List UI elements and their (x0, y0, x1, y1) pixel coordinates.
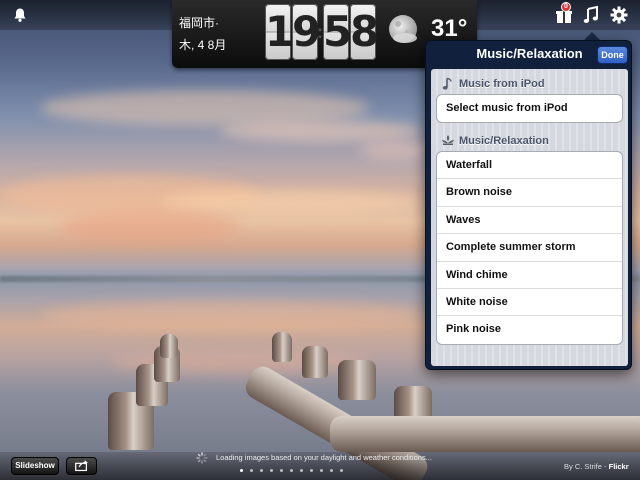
share-icon (75, 460, 88, 472)
page-dot[interactable] (280, 469, 283, 472)
clock-digit-hour-tens: 1 (265, 4, 294, 60)
clock-digit-minute-tens: 5 (323, 4, 352, 60)
list-item-white-noise[interactable]: White noise (437, 289, 622, 317)
list-item-waterfall[interactable]: Waterfall (437, 152, 622, 180)
done-button[interactable]: Done (597, 46, 628, 64)
section-header-ipod: Music from iPod (459, 78, 545, 90)
page-dot[interactable] (330, 469, 333, 472)
page-dot[interactable] (340, 469, 343, 472)
gear-icon[interactable] (609, 5, 629, 25)
page-dot[interactable] (320, 469, 323, 472)
list-item-pink-noise[interactable]: Pink noise (437, 316, 622, 343)
notification-badge: 0 (561, 2, 571, 12)
bell-icon[interactable] (12, 7, 28, 23)
credit-author: By C. Strife - (564, 462, 607, 471)
relaxation-group: Waterfall Brown noise Waves Complete sum… (436, 151, 623, 345)
slideshow-button[interactable]: Slideshow (11, 457, 59, 475)
date-label: 木, 4 8月 (179, 38, 227, 52)
music-note-icon (442, 77, 452, 90)
credit-source: Flickr (608, 462, 629, 471)
lotus-icon (442, 135, 454, 145)
loading-status-text: Loading images based on your daylight an… (216, 453, 432, 462)
list-item-summer-storm[interactable]: Complete summer storm (437, 234, 622, 262)
page-dot[interactable] (290, 469, 293, 472)
list-item-select-ipod-music[interactable]: Select music from iPod (437, 95, 622, 122)
clock-digit-minute-ones: 8 (350, 4, 379, 60)
list-item-brown-noise[interactable]: Brown noise (437, 179, 622, 207)
section-header-relaxation: Music/Relaxation (459, 135, 549, 147)
popover-content: Music from iPod Select music from iPod M… (431, 69, 628, 366)
temperature-label: 31° (431, 15, 468, 42)
list-item-wind-chime[interactable]: Wind chime (437, 262, 622, 289)
clock-digit-hour-ones: 9 (292, 4, 321, 60)
page-dot[interactable] (240, 469, 243, 472)
share-button[interactable] (66, 457, 97, 475)
page-dot[interactable] (260, 469, 263, 472)
page-dot[interactable] (250, 469, 253, 472)
page-dot[interactable] (310, 469, 313, 472)
music-relaxation-popover: Music/Relaxation Done Music from iPod Se… (425, 40, 632, 370)
music-note-icon[interactable] (581, 5, 601, 25)
photo-credit[interactable]: By C. Strife - Flickr (564, 462, 629, 471)
page-indicator[interactable] (240, 469, 343, 472)
ipod-group: Select music from iPod (436, 94, 623, 124)
page-dot[interactable] (270, 469, 273, 472)
loading-spinner-icon (196, 452, 208, 464)
city-label: 福岡市· (179, 16, 219, 30)
list-item-waves[interactable]: Waves (437, 207, 622, 235)
page-dot[interactable] (300, 469, 303, 472)
moon-cloudy-icon (389, 15, 417, 43)
